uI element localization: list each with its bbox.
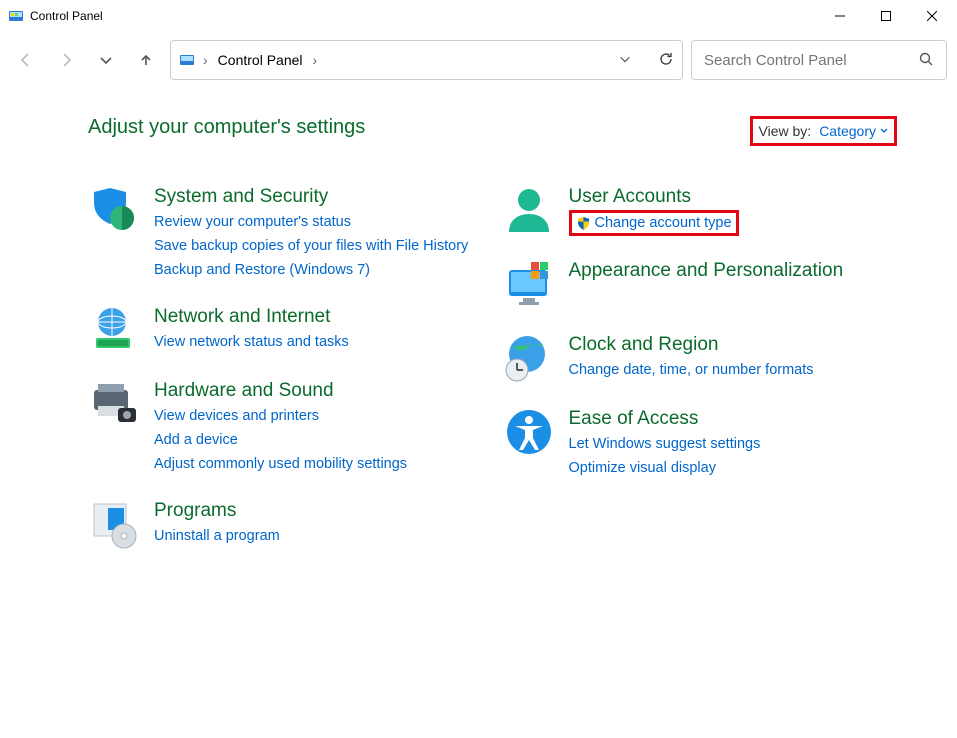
user-icon: [503, 184, 555, 236]
link-appearance-personalization[interactable]: Appearance and Personalization: [569, 258, 898, 284]
close-button[interactable]: [909, 1, 955, 31]
content-area: Adjust your computer's settings View by:…: [0, 88, 957, 572]
category-user-accounts: User Accounts Change account type: [503, 184, 898, 236]
link-change-date-formats[interactable]: Change date, time, or number formats: [569, 358, 898, 382]
link-review-status[interactable]: Review your computer's status: [154, 210, 483, 234]
category-hardware-sound: Hardware and Sound View devices and prin…: [88, 378, 483, 476]
left-column: System and Security Review your computer…: [88, 184, 483, 572]
accessibility-icon: [503, 406, 555, 458]
back-button[interactable]: [10, 44, 42, 76]
chevron-right-icon[interactable]: ›: [203, 52, 208, 68]
link-backup-restore[interactable]: Backup and Restore (Windows 7): [154, 258, 483, 282]
link-ease-of-access[interactable]: Ease of Access: [569, 406, 898, 432]
link-network-internet[interactable]: Network and Internet: [154, 304, 483, 330]
printer-camera-icon: [88, 378, 140, 430]
link-windows-suggest-settings[interactable]: Let Windows suggest settings: [569, 432, 898, 456]
address-dropdown-button[interactable]: [618, 52, 632, 69]
nav-row: › Control Panel ›: [0, 32, 957, 88]
programs-disc-icon: [88, 498, 140, 550]
highlight-change-account-type: Change account type: [569, 210, 739, 236]
forward-button[interactable]: [50, 44, 82, 76]
uac-shield-icon: [576, 216, 591, 231]
link-change-account-type[interactable]: Change account type: [595, 214, 732, 232]
category-ease-of-access: Ease of Access Let Windows suggest setti…: [503, 406, 898, 480]
link-network-status[interactable]: View network status and tasks: [154, 330, 483, 354]
page-heading: Adjust your computer's settings: [88, 116, 365, 139]
link-system-security[interactable]: System and Security: [154, 184, 483, 210]
chevron-down-icon: [880, 127, 888, 135]
viewby-value-text: Category: [819, 123, 876, 139]
category-network-internet: Network and Internet View network status…: [88, 304, 483, 356]
search-input[interactable]: [704, 52, 918, 69]
globe-clock-icon: [503, 332, 555, 384]
link-programs[interactable]: Programs: [154, 498, 483, 524]
control-panel-icon: [179, 52, 195, 68]
category-system-security: System and Security Review your computer…: [88, 184, 483, 282]
minimize-button[interactable]: [817, 1, 863, 31]
category-appearance-personalization: Appearance and Personalization: [503, 258, 898, 310]
maximize-button[interactable]: [863, 1, 909, 31]
viewby-label: View by:: [759, 123, 812, 139]
link-uninstall-program[interactable]: Uninstall a program: [154, 524, 483, 548]
right-column: User Accounts Change account type Appear…: [503, 184, 898, 572]
link-clock-region[interactable]: Clock and Region: [569, 332, 898, 358]
app-icon: [8, 8, 24, 24]
link-user-accounts[interactable]: User Accounts: [569, 184, 898, 210]
viewby-control[interactable]: View by: Category: [750, 116, 897, 146]
search-box[interactable]: [691, 40, 947, 80]
link-mobility-settings[interactable]: Adjust commonly used mobility settings: [154, 452, 483, 476]
viewby-dropdown[interactable]: Category: [819, 123, 888, 139]
globe-network-icon: [88, 304, 140, 356]
link-file-history[interactable]: Save backup copies of your files with Fi…: [154, 234, 483, 258]
chevron-right-icon[interactable]: ›: [313, 52, 318, 68]
shield-icon: [88, 184, 140, 236]
title-bar: Control Panel: [0, 0, 957, 32]
breadcrumb-control-panel[interactable]: Control Panel: [216, 48, 305, 72]
link-optimize-visual-display[interactable]: Optimize visual display: [569, 456, 898, 480]
link-hardware-sound[interactable]: Hardware and Sound: [154, 378, 483, 404]
refresh-button[interactable]: [658, 51, 674, 70]
category-programs: Programs Uninstall a program: [88, 498, 483, 550]
link-add-device[interactable]: Add a device: [154, 428, 483, 452]
search-icon[interactable]: [918, 51, 934, 70]
link-view-devices[interactable]: View devices and printers: [154, 404, 483, 428]
recent-locations-button[interactable]: [90, 44, 122, 76]
up-button[interactable]: [130, 44, 162, 76]
address-bar[interactable]: › Control Panel ›: [170, 40, 683, 80]
monitor-appearance-icon: [503, 258, 555, 310]
window-title: Control Panel: [30, 9, 103, 23]
category-clock-region: Clock and Region Change date, time, or n…: [503, 332, 898, 384]
